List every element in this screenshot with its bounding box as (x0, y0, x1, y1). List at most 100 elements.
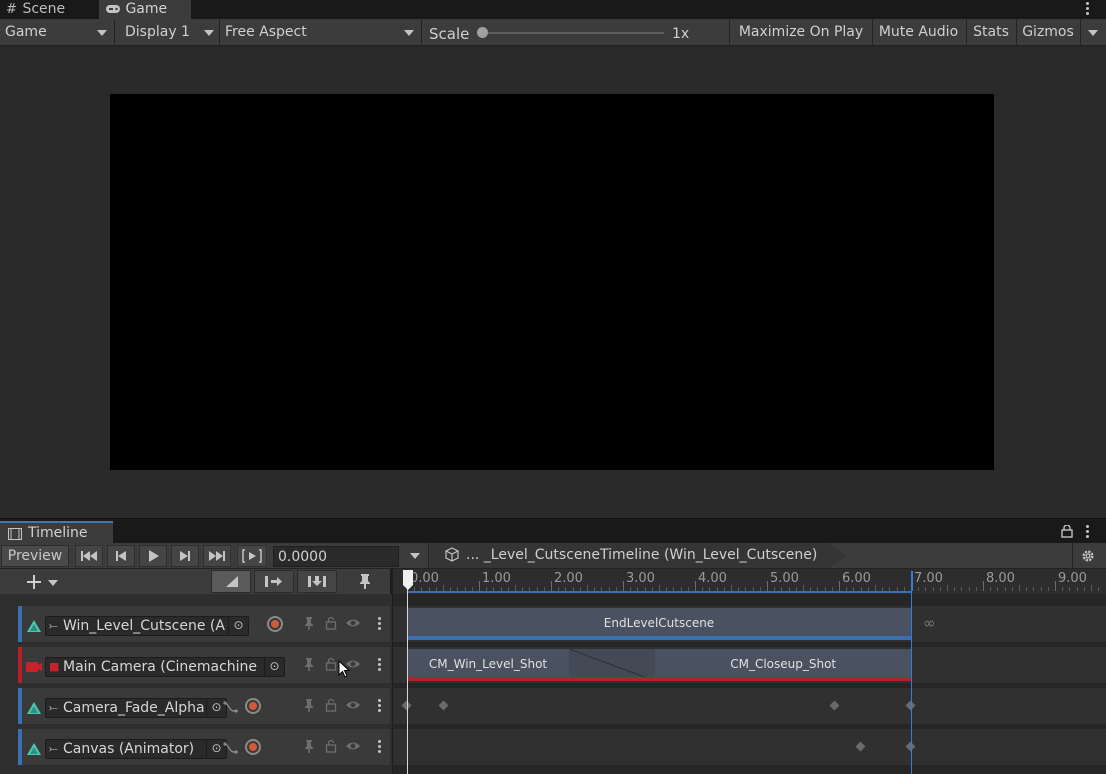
tab-timeline[interactable]: Timeline (0, 521, 113, 544)
object-picker-icon[interactable]: ⊙ (228, 617, 248, 635)
record-button[interactable] (245, 739, 261, 755)
aspect-dropdown[interactable]: Free Aspect (220, 20, 420, 44)
track-menu-icon[interactable] (378, 617, 381, 631)
track-menu-icon[interactable] (378, 699, 381, 713)
go-to-start-button[interactable] (75, 545, 103, 567)
track-header[interactable]: ⤚ Camera_Fade_Alpha ⊙ (18, 688, 390, 724)
stats-button[interactable]: Stats (967, 20, 1015, 44)
track-menu-icon[interactable] (378, 740, 381, 754)
ruler-label: 3.00 (626, 571, 655, 586)
gizmos-button[interactable]: Gizmos (1017, 20, 1079, 44)
record-button[interactable] (267, 616, 283, 632)
chevron-down-icon (97, 30, 107, 36)
ruler-tick (1055, 581, 1056, 591)
pin-icon[interactable] (301, 738, 317, 758)
object-picker-icon[interactable]: ⊙ (264, 658, 284, 676)
scale-label: Scale (429, 25, 470, 43)
animator-icon: ⤚ (49, 701, 58, 714)
ruler-tick (954, 587, 956, 591)
ruler-tick (947, 585, 948, 591)
ruler-label: 7.00 (914, 571, 943, 586)
previous-frame-button[interactable] (107, 545, 135, 567)
scale-slider-track[interactable] (482, 32, 664, 34)
keyframe[interactable] (438, 700, 449, 711)
lock-icon[interactable] (323, 697, 339, 717)
track-header[interactable]: ⤚ Win_Level_Cutscene (A ⊙ (18, 606, 390, 642)
ruler-tick (1019, 585, 1020, 591)
tab-game[interactable]: Game (99, 0, 191, 19)
clip-color-bar (407, 636, 911, 640)
breadcrumb[interactable]: ... _Level_CutsceneTimeline (Win_Level_C… (430, 543, 846, 568)
keyframe[interactable] (829, 700, 840, 711)
lock-icon[interactable] (1061, 525, 1073, 538)
view-mode-label: Game (5, 24, 47, 40)
lock-icon[interactable] (323, 615, 339, 635)
keyframe[interactable] (855, 741, 866, 752)
timeline-end-marker (910, 569, 913, 774)
playhead[interactable] (401, 569, 415, 774)
step-back-icon (116, 551, 126, 561)
track-menu-icon[interactable] (378, 658, 381, 672)
ease-mix-mode-button[interactable] (211, 570, 251, 593)
track-binding-field[interactable]: ⤚ Camera_Fade_Alpha ⊙ (45, 698, 227, 718)
pin-icon[interactable] (301, 656, 317, 676)
game-toolbar: Game Display 1 Free Aspect Scale 1x Maxi… (0, 19, 1106, 46)
scale-slider-handle[interactable] (477, 27, 488, 38)
chevron-down-icon (404, 30, 414, 36)
curves-toggle-icon[interactable] (223, 700, 239, 714)
track-header[interactable]: ⤚ Canvas (Animator) ⊙ (18, 729, 390, 765)
lock-icon[interactable] (323, 738, 339, 758)
current-time-field[interactable] (273, 546, 399, 567)
ruler-tick (767, 581, 768, 591)
pin-icon[interactable] (301, 615, 317, 635)
ruler-label: 2.00 (554, 571, 583, 586)
tab-menu-icon[interactable] (1086, 2, 1089, 16)
gizmos-dropdown-icon[interactable] (1088, 30, 1098, 36)
record-button[interactable] (245, 698, 261, 714)
timeline-menu-icon[interactable] (1086, 525, 1089, 539)
track-headers: ⤚ Win_Level_Cutscene (A ⊙ ■ Main Camera (Cin… (0, 594, 392, 774)
cube-icon (445, 547, 459, 562)
gamepad-icon (106, 5, 120, 13)
preview-button[interactable]: Preview (1, 545, 69, 567)
tab-scene[interactable]: # Scene (0, 0, 96, 19)
timeline-clip[interactable]: CM_Closeup_Shot (655, 649, 911, 681)
eye-icon[interactable] (345, 738, 361, 758)
mute-audio-button[interactable]: Mute Audio (873, 20, 964, 44)
ruler-tick (990, 587, 992, 591)
track-binding-field[interactable]: ⤚ Canvas (Animator) ⊙ (45, 739, 227, 759)
divider (114, 19, 115, 46)
play-button[interactable] (139, 545, 167, 567)
go-to-end-button[interactable] (203, 545, 231, 567)
track-lane[interactable]: CM_Win_Level_Shot CM_Closeup_Shot (393, 647, 1106, 683)
track-header[interactable]: ■ Main Camera (Cinemachine ⊙ (18, 647, 390, 683)
lock-icon[interactable] (323, 656, 339, 676)
track-lane[interactable] (393, 729, 1106, 765)
ruler-tick (1062, 587, 1064, 591)
add-track-button[interactable] (22, 571, 62, 593)
ripple-mode-button[interactable] (254, 570, 294, 593)
game-render-canvas[interactable] (110, 94, 994, 470)
maximize-on-play-button[interactable]: Maximize On Play (731, 20, 871, 44)
track-binding-field[interactable]: ■ Main Camera (Cinemachine ⊙ (45, 657, 285, 677)
eye-icon[interactable] (345, 697, 361, 717)
track-lane[interactable] (393, 688, 1106, 724)
curves-toggle-icon[interactable] (223, 741, 239, 755)
pin-icon[interactable] (301, 697, 317, 717)
play-range-button[interactable] (237, 545, 267, 567)
ruler-tick (997, 587, 999, 591)
time-ruler[interactable]: 0.00 1.00 2.00 3.00 4.00 5.00 6.00 7.00 8.00 9.00 (393, 569, 1106, 594)
ruler-tick (1098, 587, 1100, 591)
pin-marker-button[interactable] (346, 571, 384, 593)
end-marker-head (911, 571, 913, 591)
gear-icon[interactable] (1081, 549, 1095, 563)
track-binding-field[interactable]: ⤚ Win_Level_Cutscene (A ⊙ (45, 616, 249, 636)
timeline-clip[interactable]: EndLevelCutscene (407, 608, 911, 640)
time-format-dropdown-icon[interactable] (410, 553, 420, 559)
replace-mode-button[interactable] (297, 570, 337, 593)
track-lane[interactable]: EndLevelCutscene ∞ (393, 606, 1106, 642)
clip-blend-region[interactable] (568, 648, 656, 682)
next-frame-button[interactable] (171, 545, 199, 567)
timeline-clip[interactable]: CM_Win_Level_Shot (407, 649, 569, 681)
eye-icon[interactable] (345, 615, 361, 635)
